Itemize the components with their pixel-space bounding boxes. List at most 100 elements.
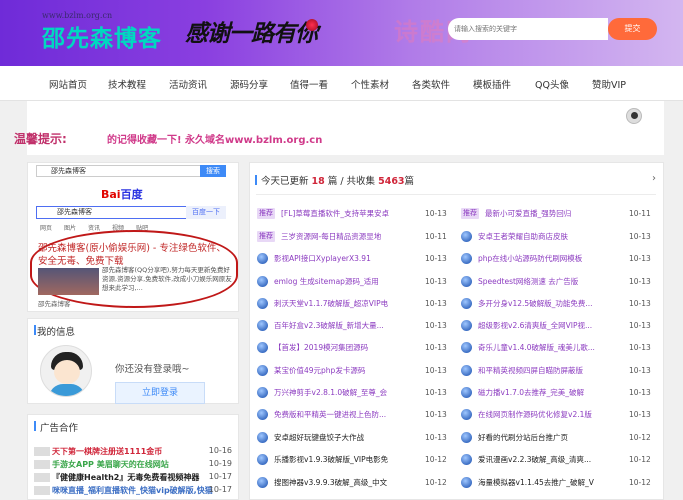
article-title[interactable]: 刺沃天堂v1.1.7破解版_超凉VIP电: [274, 298, 421, 309]
nav-item-tutorials[interactable]: 技术教程: [108, 77, 146, 91]
article-title[interactable]: 搜图神器v3.9.9.3破解_高级_中文: [274, 477, 421, 488]
article-title[interactable]: 多开分身v12.5破解版_功能免费...: [478, 298, 625, 309]
list-item[interactable]: 搜图神器v3.9.9.3破解_高级_中文 10-12: [257, 477, 449, 489]
article-icon: [257, 409, 268, 420]
list-item[interactable]: 推荐 最新小可爱直播_强势回归 10-11: [461, 208, 653, 220]
list-item[interactable]: 和平精英视频四屏自瞄防屏蔽版 10-13: [461, 365, 653, 377]
article-title[interactable]: 好看的代刷分站后台推广页: [478, 432, 625, 443]
list-item[interactable]: 超级影视v2.6清爽版_全网VIP视... 10-13: [461, 320, 653, 332]
ad-title[interactable]: 天下第一棋牌注册送1111金币: [52, 447, 162, 456]
article-date: 10-11: [629, 209, 651, 218]
list-item[interactable]: 推荐 [FL]草莓直播软件_支持苹果安卓 10-13: [257, 208, 449, 220]
list-item[interactable]: 多开分身v12.5破解版_功能免费... 10-13: [461, 298, 653, 310]
article-title[interactable]: 爱讯漫画v2.2.3破解_高级_清爽...: [478, 454, 625, 465]
list-item[interactable]: 海量模拟器v1.1.45去推广_破解_V 10-12: [461, 477, 653, 489]
list-item[interactable]: 在线网页制作源码优化修复v2.1版 10-13: [461, 409, 653, 421]
article-date: 10-13: [629, 366, 651, 375]
article-icon: [461, 231, 472, 242]
article-icon: [461, 320, 472, 331]
article-title[interactable]: Speedtest网络测速 去广告版: [478, 276, 625, 287]
article-date: 10-13: [425, 209, 447, 218]
list-item[interactable]: 影视API接口XyplayerX3.91 10-13: [257, 253, 449, 265]
chevron-right-icon[interactable]: ›: [652, 173, 656, 184]
article-title[interactable]: 影视API接口XyplayerX3.91: [274, 253, 421, 264]
article-title[interactable]: 三岁资源网-每日精品资源显地: [281, 231, 421, 242]
user-avatar-icon[interactable]: [626, 108, 642, 124]
list-item[interactable]: 刺沃天堂v1.1.7破解版_超凉VIP电 10-13: [257, 298, 449, 310]
list-item[interactable]: 【首发】2019模河集团源码 10-13: [257, 342, 449, 354]
nav-item-source[interactable]: 源码分享: [230, 77, 268, 91]
nav-item-vip[interactable]: 赞助VIP: [592, 77, 626, 91]
ad-title[interactable]: 『健健康Health2』无毒免费看视频神器: [52, 473, 199, 482]
article-title[interactable]: 【首发】2019模河集团源码: [274, 342, 421, 353]
article-date: 10-13: [629, 277, 651, 286]
list-item[interactable]: 安卓王者荣耀自助商店皮肤 10-13: [461, 231, 653, 243]
nav-item-materials[interactable]: 个性素材: [351, 77, 389, 91]
nav-item-qq-avatar[interactable]: QQ头像: [535, 77, 569, 91]
article-date: 10-13: [629, 299, 651, 308]
article-title[interactable]: 和平精英视频四屏自瞄防屏蔽版: [478, 365, 625, 376]
recommend-badge: 推荐: [257, 208, 275, 219]
article-title[interactable]: 万兴神剪手v2.8.1.0破解_至尊_会: [274, 387, 421, 398]
list-item[interactable]: Speedtest网络测速 去广告版 10-13: [461, 276, 653, 288]
list-item[interactable]: 万兴神剪手v2.8.1.0破解_至尊_会 10-13: [257, 387, 449, 399]
list-item[interactable]: 免费版和平精英一键进视上色防... 10-13: [257, 409, 449, 421]
list-item[interactable]: 安卓超好玩键盘饺子大作战 10-13: [257, 432, 449, 444]
article-title[interactable]: 免费版和平精英一键进视上色防...: [274, 409, 421, 420]
promo-title[interactable]: 邵先森博客(原小偷娱乐网) - 专注绿色软件、安全无毒、免费下载: [38, 242, 234, 268]
recommend-badge: 推荐: [257, 231, 275, 242]
ad-tag-icon: [34, 473, 50, 482]
nav-item-news[interactable]: 活动资讯: [169, 77, 207, 91]
list-item[interactable]: 奇乐儿童v1.4.0破解版_魂美儿歌... 10-13: [461, 342, 653, 354]
main-nav: 网站首页 技术教程 活动资讯 源码分享 值得一看 个性素材 各类软件 模板插件 …: [0, 66, 683, 101]
nav-item-software[interactable]: 各类软件: [412, 77, 450, 91]
article-title[interactable]: [FL]草莓直播软件_支持苹果安卓: [281, 208, 421, 219]
article-title[interactable]: 某宝价值49元php发卡源码: [274, 365, 421, 376]
article-title[interactable]: 百年好盒v2.3破解版_新增大量...: [274, 320, 421, 331]
article-icon: [461, 409, 472, 420]
nav-item-home[interactable]: 网站首页: [49, 77, 87, 91]
nav-item-worth-seeing[interactable]: 值得一看: [290, 77, 328, 91]
ad-item[interactable]: 『健健康Health2』无毒免费看视频神器 10-17: [34, 472, 234, 483]
list-item[interactable]: emlog 生成sitemap源码_适用 10-13: [257, 276, 449, 288]
list-item[interactable]: 好看的代刷分站后台推广页 10-12: [461, 432, 653, 444]
divider: [256, 194, 656, 195]
article-title[interactable]: 磁力播v1.7.0去推荐_完美_破解: [478, 387, 625, 398]
site-logo[interactable]: 邵先森博客: [42, 19, 162, 53]
site-header: www.bzlm.org.cn 邵先森博客 感谢一路有你 诗酷网 提交: [0, 0, 683, 66]
article-title[interactable]: 在线网页制作源码优化修复v2.1版: [478, 409, 625, 420]
article-date: 10-11: [425, 232, 447, 241]
nav-item-templates[interactable]: 模板插件: [473, 77, 511, 91]
list-item[interactable]: 乐播影视v1.9.3破解版_VIP电影免 10-12: [257, 454, 449, 466]
search-input[interactable]: [448, 18, 608, 40]
ad-title[interactable]: 手游女APP 美眉聊天的在线网站: [52, 460, 169, 469]
search-submit-button[interactable]: 提交: [608, 18, 657, 40]
ad-tag-icon: [34, 486, 50, 495]
ad-title[interactable]: 咪咪直播_福利直播软件_快猫vip破解版,快猫: [52, 486, 213, 495]
article-title[interactable]: 安卓超好玩键盘饺子大作战: [274, 432, 421, 443]
update-summary: 今天已更新 18 篇 / 共收集 5463篇: [255, 173, 414, 187]
article-title[interactable]: 超级影视v2.6清爽版_全网VIP视...: [478, 320, 625, 331]
article-title[interactable]: php在线小站源码防代刷网模板: [478, 253, 625, 264]
article-title[interactable]: 奇乐儿童v1.4.0破解版_魂美儿歌...: [478, 342, 625, 353]
login-button[interactable]: 立即登录: [115, 382, 205, 404]
list-item[interactable]: 爱讯漫画v2.2.3破解_高级_清爽... 10-12: [461, 454, 653, 466]
list-item[interactable]: 百年好盒v2.3破解版_新增大量... 10-13: [257, 320, 449, 332]
article-icon: [257, 298, 268, 309]
ad-item[interactable]: 咪咪直播_福利直播软件_快猫vip破解版,快猫 10-17: [34, 485, 234, 496]
article-date: 10-13: [425, 433, 447, 442]
heading-marker: [34, 325, 36, 335]
ad-item[interactable]: 天下第一棋牌注册送1111金币 10-16: [34, 446, 234, 457]
article-title[interactable]: 海量模拟器v1.1.45去推广_破解_V: [478, 477, 625, 488]
article-title[interactable]: 最新小可爱直播_强势回归: [485, 208, 625, 219]
article-title[interactable]: 安卓王者荣耀自助商店皮肤: [478, 231, 625, 242]
list-item[interactable]: 磁力播v1.7.0去推荐_完美_破解 10-13: [461, 387, 653, 399]
article-icon: [461, 342, 472, 353]
article-title[interactable]: emlog 生成sitemap源码_适用: [274, 276, 421, 287]
list-item[interactable]: 推荐 三岁资源网-每日精品资源显地 10-11: [257, 231, 449, 243]
article-icon: [257, 365, 268, 376]
article-title[interactable]: 乐播影视v1.9.3破解版_VIP电影免: [274, 454, 421, 465]
list-item[interactable]: 某宝价值49元php发卡源码 10-13: [257, 365, 449, 377]
ad-item[interactable]: 手游女APP 美眉聊天的在线网站 10-19: [34, 459, 234, 470]
list-item[interactable]: php在线小站源码防代刷网模板 10-13: [461, 253, 653, 265]
